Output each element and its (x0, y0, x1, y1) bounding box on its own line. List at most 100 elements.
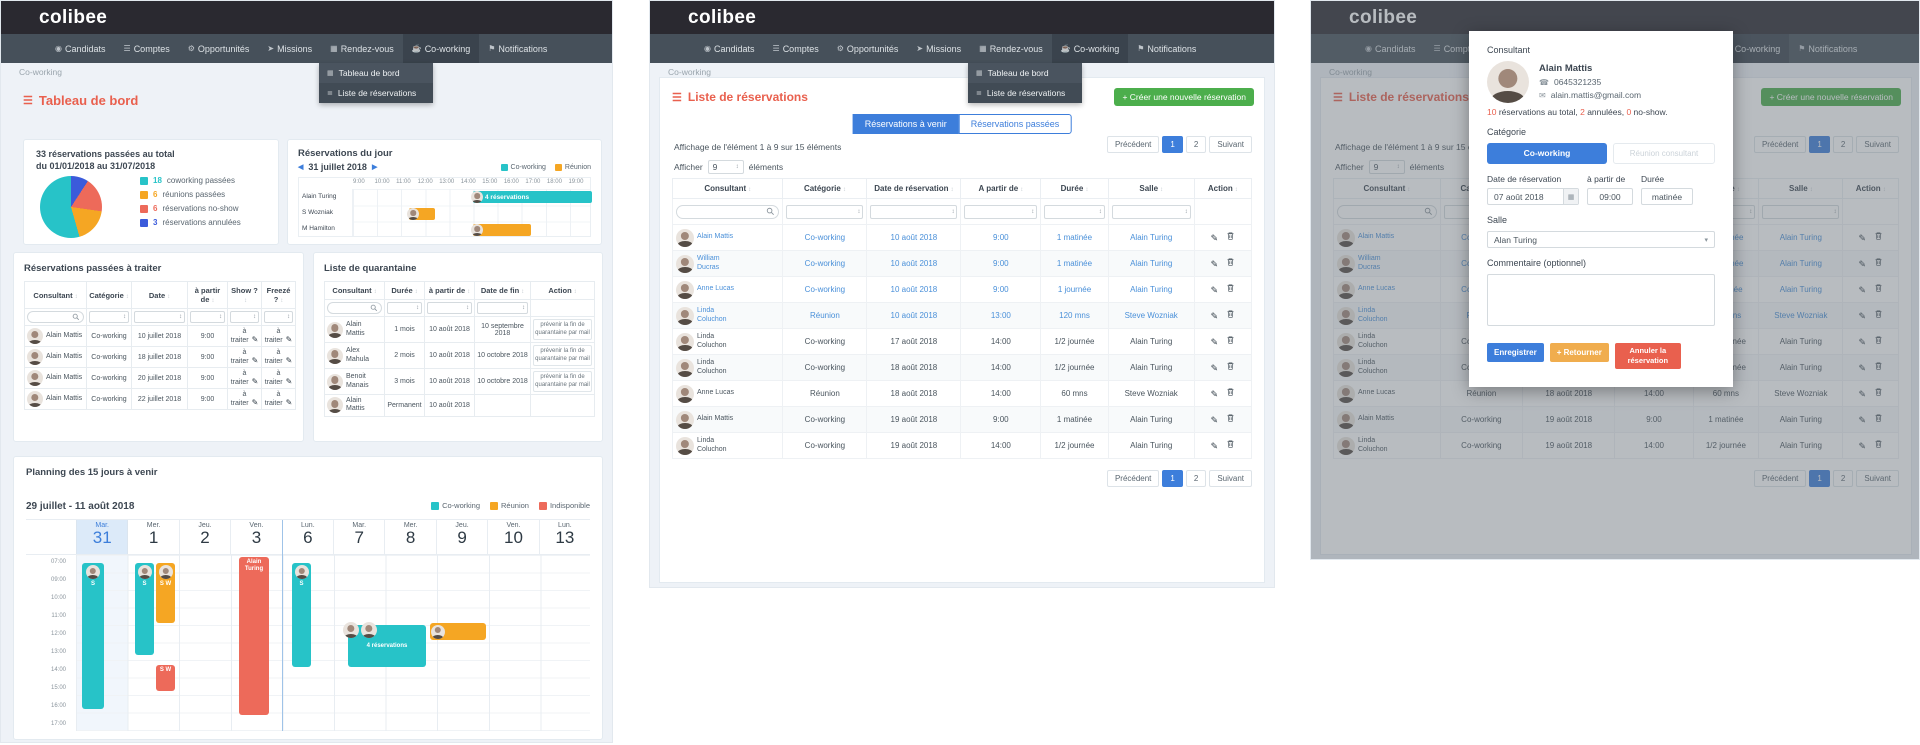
cancel-reservation-button[interactable]: Annuler la réservation (1615, 343, 1681, 369)
calendar-day-header[interactable]: Lun.13 (539, 520, 590, 554)
table-row[interactable]: Alain Mattis Co-working 18 juillet 2018 … (25, 347, 296, 368)
column-header[interactable]: Action↕ (1194, 179, 1251, 199)
create-reservation-button[interactable]: + Créer une nouvelle réservation (1114, 88, 1254, 106)
column-header[interactable]: Durée↕ (1041, 179, 1109, 199)
edit-icon[interactable]: ✎ (1211, 233, 1219, 243)
dropdown-item[interactable]: ▦Tableau de bord (968, 63, 1082, 83)
from-time-input[interactable]: 09:00 (1587, 188, 1633, 205)
event-coworking-jul31[interactable]: S (82, 563, 104, 709)
edit-icon[interactable]: ✎ (1211, 259, 1219, 269)
delete-icon[interactable] (1226, 335, 1235, 345)
nav-item[interactable]: ☕Co-working (1052, 34, 1128, 63)
prev-day-arrow[interactable]: ◀ (298, 163, 303, 171)
nav-item[interactable]: ⚙Opportunités (828, 34, 908, 63)
delete-icon[interactable] (1226, 387, 1235, 397)
delete-icon[interactable] (1226, 361, 1235, 371)
table-row[interactable]: Anne Lucas Réunion 18 août 2018 14:00 60… (673, 381, 1252, 407)
nav-item[interactable]: ⚙Opportunités (179, 34, 259, 63)
event-reunion-aug1[interactable]: S W (156, 563, 175, 623)
column-header[interactable]: Date de fin↕ (475, 282, 531, 300)
delete-icon[interactable] (1226, 439, 1235, 449)
nav-item[interactable]: ☰Comptes (115, 34, 179, 63)
edit-icon[interactable]: ✎ (1211, 311, 1219, 321)
calendar-day-header[interactable]: Ven.10 (487, 520, 538, 554)
next-page-button[interactable]: Suivant (1209, 136, 1252, 153)
consultant-search-input[interactable] (27, 311, 84, 323)
page-number-button[interactable]: 2 (1186, 470, 1206, 487)
column-header[interactable]: à partir de↕ (425, 282, 475, 300)
event-coworking-aug1[interactable]: S (135, 563, 154, 655)
date-filter[interactable]: ↕ (134, 311, 185, 323)
edit-icon[interactable]: ✎ (286, 398, 293, 407)
next-day-arrow[interactable]: ▶ (372, 163, 377, 171)
comment-textarea[interactable] (1487, 274, 1715, 326)
date-filter[interactable]: ↕ (870, 205, 957, 219)
next-page-button[interactable]: Suivant (1209, 470, 1252, 487)
table-row[interactable]: Linda Coluchon Co-working 18 août 2018 1… (673, 355, 1252, 381)
column-header[interactable]: Catégorie↕ (87, 282, 132, 309)
delete-icon[interactable] (1226, 413, 1235, 423)
consultant-search-input[interactable] (327, 302, 382, 314)
consultant-name[interactable]: Anne Lucas (697, 389, 743, 397)
table-row[interactable]: Alain Mattis 1 mois 10 août 2018 10 sept… (325, 317, 595, 343)
edit-icon[interactable]: ✎ (286, 356, 293, 365)
event-indispo-aug1[interactable]: S W (156, 665, 175, 691)
consultant-name[interactable]: Linda Coluchon (697, 437, 743, 454)
from-filter[interactable]: ↕ (190, 311, 225, 323)
page-number-button[interactable]: 2 (1186, 136, 1206, 153)
table-row[interactable]: William Ducras Co-working 10 août 2018 9… (673, 251, 1252, 277)
column-header[interactable]: Salle↕ (1108, 179, 1194, 199)
duration-filter[interactable]: ↕ (387, 302, 422, 314)
calendar-day-header[interactable]: Jeu.9 (436, 520, 487, 554)
nav-item[interactable]: ⚑Notifications (1128, 34, 1205, 63)
delete-icon[interactable] (1226, 257, 1235, 267)
category-reunion-button[interactable]: Réunion consultant (1613, 143, 1715, 164)
calendar-day-header[interactable]: Lun.6 (282, 520, 333, 554)
table-row[interactable]: Linda Coluchon Co-working 19 août 2018 1… (673, 433, 1252, 459)
category-coworking-button[interactable]: Co-working (1487, 143, 1607, 164)
dropdown-item[interactable]: ≣Liste de réservations (319, 83, 433, 103)
quarantine-action-button[interactable]: prévenir la fin de quarantaine par mail (533, 345, 592, 366)
from-filter[interactable]: ↕ (427, 302, 472, 314)
edit-icon[interactable]: ✎ (1211, 441, 1219, 451)
calendar-day-header[interactable]: Ven.3 (230, 520, 281, 554)
nav-item[interactable]: ◉Candidats (695, 34, 764, 63)
room-select[interactable]: Alan Turing▾ (1487, 231, 1715, 248)
reservation-bar-wozniak[interactable] (409, 208, 435, 220)
page-size-select[interactable]: 9↕ (708, 160, 744, 174)
column-header[interactable]: Show ?↕ (228, 282, 262, 309)
edit-icon[interactable]: ✎ (1211, 285, 1219, 295)
edit-icon[interactable]: ✎ (1211, 337, 1219, 347)
delete-icon[interactable] (1226, 283, 1235, 293)
column-header[interactable]: Date de réservation↕ (867, 179, 961, 199)
edit-icon[interactable]: ✎ (286, 377, 293, 386)
calendar-day-header[interactable]: Mer.8 (384, 520, 435, 554)
event-group-aug7[interactable]: 4 réservations (348, 625, 426, 667)
consultant-name[interactable]: Anne Lucas (697, 285, 743, 293)
quarantine-action-button[interactable]: prévenir la fin de quarantaine par mail (533, 319, 592, 340)
nav-item[interactable]: ▦Rendez-vous (970, 34, 1052, 63)
event-indispo-aug3[interactable]: Alain Turing (239, 557, 269, 715)
consultant-name[interactable]: Alain Mattis (697, 415, 743, 423)
table-row[interactable]: Alain Mattis Co-working 22 juillet 2018 … (25, 389, 296, 410)
edit-icon[interactable]: ✎ (1211, 363, 1219, 373)
table-row[interactable]: Alain Mattis Co-working 19 août 2018 9:0… (673, 407, 1252, 433)
calendar-day-header[interactable]: Mer.1 (127, 520, 178, 554)
nav-item[interactable]: ➤Missions (907, 34, 970, 63)
event-reunion-aug8[interactable] (430, 623, 486, 640)
tab[interactable]: Réservations passées (959, 114, 1072, 134)
consultant-name[interactable]: Linda Coluchon (697, 307, 743, 324)
table-row[interactable]: Alain Mattis Co-working 10 juillet 2018 … (25, 326, 296, 347)
table-row[interactable]: Alain Mattis Co-working 10 août 2018 9:0… (673, 225, 1252, 251)
quarantine-action-button[interactable]: prévenir la fin de quarantaine par mail (533, 371, 592, 392)
show-filter[interactable]: ↕ (230, 311, 259, 323)
column-header[interactable]: Action↕ (531, 282, 595, 300)
edit-icon[interactable]: ✎ (252, 335, 259, 344)
consultant-name[interactable]: Alain Mattis (697, 233, 743, 241)
reservation-bar-hamilton[interactable] (473, 224, 531, 236)
edit-icon[interactable]: ✎ (286, 335, 293, 344)
nav-item[interactable]: ☰Comptes (764, 34, 828, 63)
consultant-name[interactable]: Linda Coluchon (697, 333, 743, 350)
consultant-search-input[interactable] (676, 205, 779, 219)
category-filter[interactable]: ↕ (89, 311, 129, 323)
